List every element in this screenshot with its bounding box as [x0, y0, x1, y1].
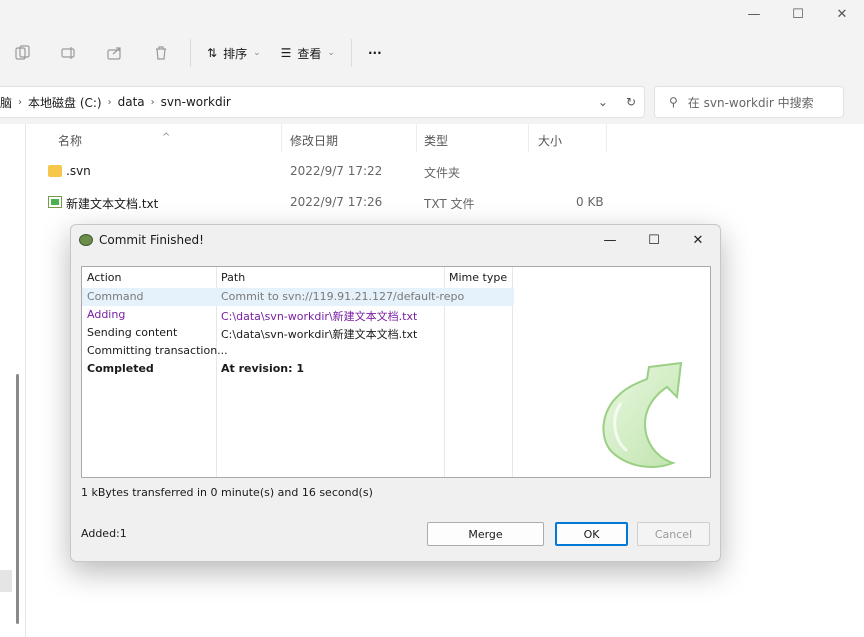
file-date: 2022/9/7 17:22	[290, 164, 383, 178]
file-type: TXT 文件	[424, 197, 475, 211]
tortoise-icon	[79, 234, 93, 246]
nav-selected-item[interactable]	[0, 570, 12, 592]
view-button[interactable]: ☰ 查看 ⌄	[271, 36, 345, 70]
log-path: C:\data\svn-workdir\新建文本文档.txt	[221, 310, 418, 323]
log-path: C:\data\svn-workdir\新建文本文档.txt	[221, 328, 418, 341]
dialog-close-button[interactable]: ✕	[676, 225, 720, 255]
commit-log-list[interactable]: Action Path Mime type Command Commit to …	[81, 266, 711, 478]
maximize-button[interactable]: ☐	[776, 0, 820, 28]
history-dropdown-icon[interactable]: ⌄	[598, 95, 608, 109]
dialog-minimize-button[interactable]: —	[588, 225, 632, 255]
log-action: Completed	[87, 362, 154, 375]
dialog-controls: — ☐ ✕	[588, 225, 720, 255]
file-row[interactable]: 新建文本文档.txt 2022/9/7 17:26 TXT 文件 0 KB	[26, 189, 864, 217]
log-path: Commit to svn://119.91.21.127/default-re…	[221, 290, 465, 303]
added-count: Added:1	[81, 527, 127, 540]
column-mime-type[interactable]: Mime type	[449, 271, 507, 284]
breadcrumb-item[interactable]: 脑	[0, 94, 18, 111]
nav-scrollbar[interactable]	[16, 374, 19, 624]
folder-icon	[48, 165, 62, 177]
sort-label: 排序	[223, 46, 248, 61]
log-row[interactable]: Adding C:\data\svn-workdir\新建文本文档.txt	[82, 306, 514, 324]
ok-button[interactable]: OK	[555, 522, 628, 546]
rename-icon[interactable]	[46, 36, 92, 70]
column-name[interactable]: 名称	[58, 132, 82, 149]
breadcrumb-item[interactable]: data	[112, 95, 151, 109]
dialog-maximize-button[interactable]: ☐	[632, 225, 676, 255]
column-type[interactable]: 类型	[424, 132, 448, 149]
file-name: 新建文本文档.txt	[66, 197, 159, 211]
address-bar[interactable]: 脑 › 本地磁盘 (C:) › data › svn-workdir ⌄ ↻	[0, 86, 645, 118]
search-placeholder: 在 svn-workdir 中搜索	[687, 95, 814, 110]
log-action: Committing transaction...	[87, 344, 228, 357]
transfer-summary: 1 kBytes transferred in 0 minute(s) and …	[81, 486, 373, 499]
file-list-header: 名称 ^ 修改日期 类型 大小	[26, 124, 864, 154]
log-action: Adding	[87, 308, 126, 321]
log-row[interactable]: Completed At revision: 1	[82, 360, 514, 378]
toolbar-divider	[190, 39, 191, 67]
window-controls: — ☐ ✕	[732, 0, 864, 28]
refresh-icon[interactable]: ↻	[626, 95, 636, 109]
delete-icon[interactable]	[138, 36, 184, 70]
file-size: 0 KB	[576, 195, 604, 209]
column-action[interactable]: Action	[87, 271, 121, 284]
chevron-down-icon: ⌄	[253, 48, 261, 58]
more-options-button[interactable]: ···	[358, 36, 392, 70]
view-label: 查看	[297, 46, 322, 61]
file-name: .svn	[66, 164, 91, 178]
dialog-title: Commit Finished!	[99, 233, 204, 247]
navigation-pane	[0, 124, 26, 637]
log-action: Command	[87, 290, 144, 303]
commit-arrow-icon	[602, 361, 683, 468]
copy-icon[interactable]	[0, 36, 46, 70]
file-row[interactable]: .svn 2022/9/7 17:22 文件夹	[26, 158, 864, 186]
column-path[interactable]: Path	[221, 271, 245, 284]
file-type: 文件夹	[424, 166, 461, 180]
breadcrumb-item[interactable]: svn-workdir	[155, 95, 237, 109]
close-button[interactable]: ✕	[820, 0, 864, 28]
address-row: 脑 › 本地磁盘 (C:) › data › svn-workdir ⌄ ↻ ⚲…	[0, 86, 864, 118]
commit-finished-dialog: Commit Finished! — ☐ ✕ Action Path Mime …	[70, 224, 721, 562]
search-icon: ⚲	[669, 95, 678, 109]
merge-button[interactable]: Merge	[427, 522, 544, 546]
file-date: 2022/9/7 17:26	[290, 195, 383, 209]
view-icon: ☰	[280, 46, 292, 60]
sort-button[interactable]: ⇅ 排序 ⌄	[197, 36, 271, 70]
log-row[interactable]: Committing transaction...	[82, 342, 514, 360]
cancel-button[interactable]: Cancel	[637, 522, 710, 546]
more-label: ···	[367, 46, 382, 60]
sort-up-icon: ^	[162, 132, 171, 143]
column-size[interactable]: 大小	[538, 132, 562, 149]
minimize-button[interactable]: —	[732, 0, 776, 28]
commit-log-header: Action Path Mime type	[82, 267, 514, 287]
log-path: At revision: 1	[221, 362, 305, 375]
search-input[interactable]: ⚲ 在 svn-workdir 中搜索	[654, 86, 844, 118]
toolbar-divider	[350, 39, 352, 67]
text-file-icon	[48, 196, 62, 208]
sort-icon: ⇅	[207, 46, 218, 60]
column-date[interactable]: 修改日期	[290, 132, 338, 149]
log-action: Sending content	[87, 326, 178, 339]
log-row[interactable]: Command Commit to svn://119.91.21.127/de…	[82, 288, 514, 306]
share-icon[interactable]	[92, 36, 138, 70]
breadcrumb-item[interactable]: 本地磁盘 (C:)	[22, 94, 108, 111]
command-bar: ⇅ 排序 ⌄ ☰ 查看 ⌄ ···	[0, 28, 864, 78]
chevron-down-icon: ⌄	[327, 48, 335, 58]
log-row[interactable]: Sending content C:\data\svn-workdir\新建文本…	[82, 324, 514, 342]
